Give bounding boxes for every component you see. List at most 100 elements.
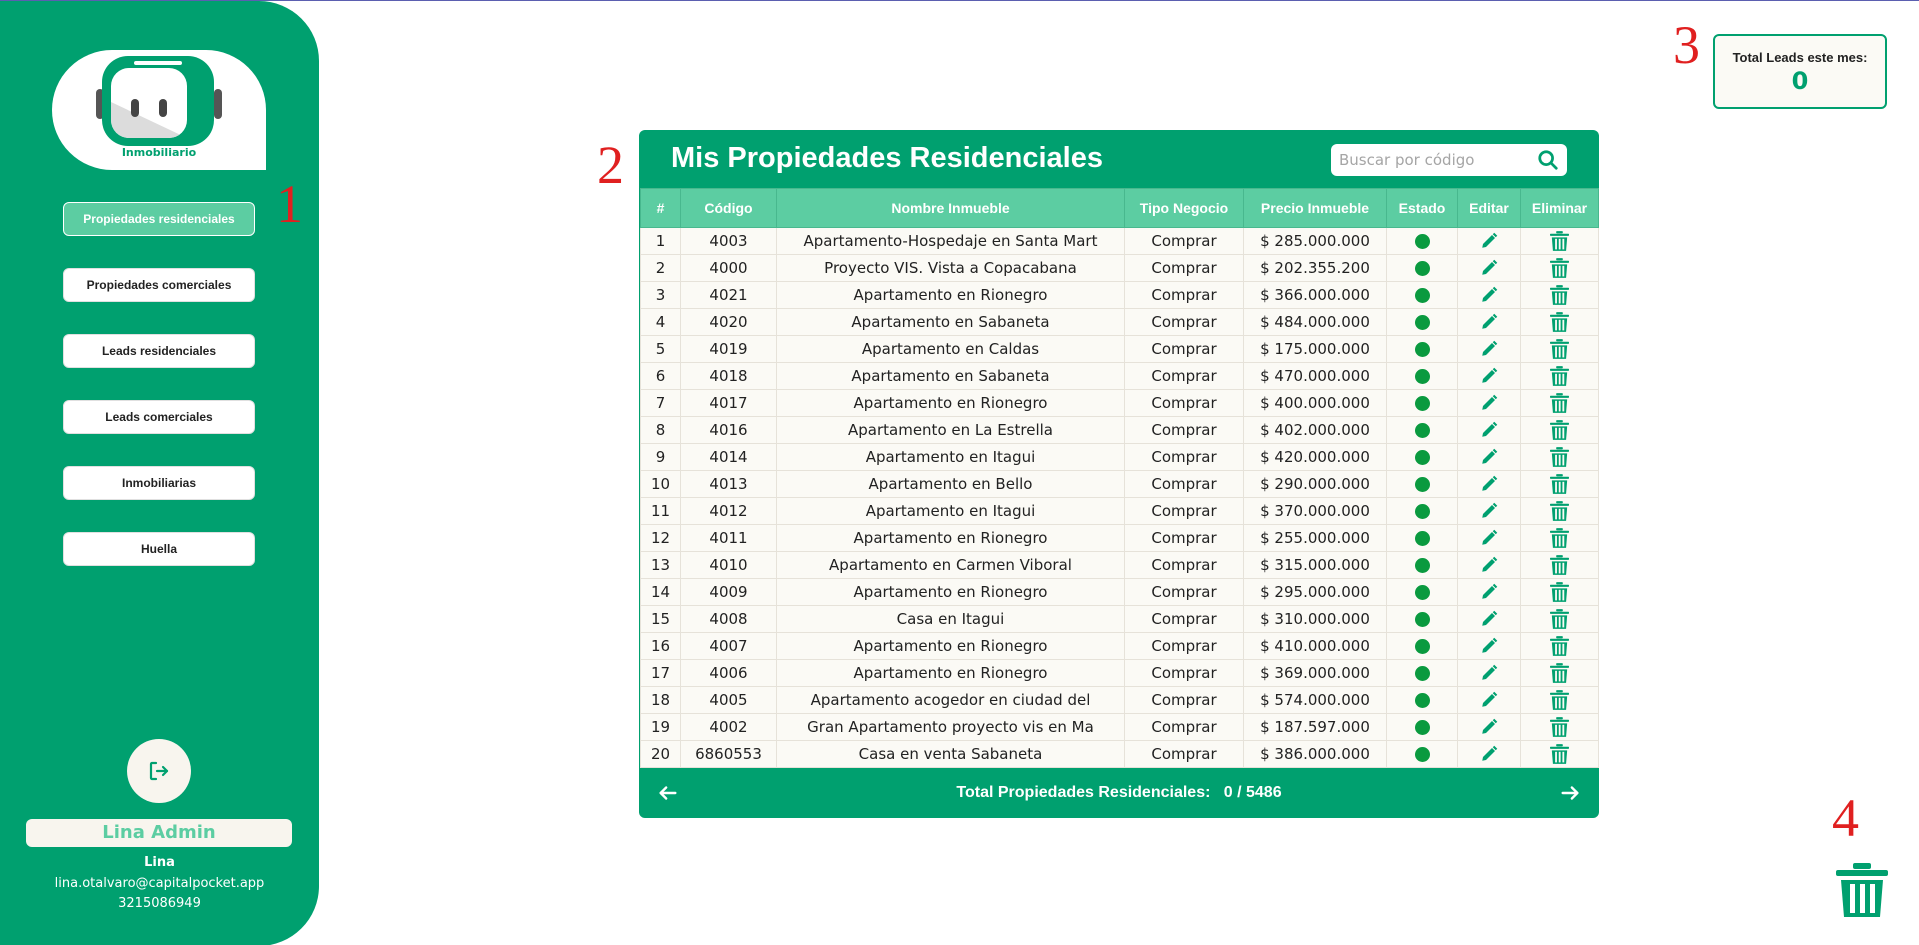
pencil-icon [1482,584,1498,599]
delete-button[interactable] [1520,362,1599,390]
cell-number: 2 [640,254,681,282]
cell-code: 4011 [680,524,777,552]
nav-propiedades-residenciales[interactable]: Propiedades residenciales [63,202,255,236]
edit-button[interactable] [1457,227,1521,255]
cell-name: Apartamento acogedor en ciudad del [776,686,1125,714]
user-email: lina.otalvaro@capitalpocket.app [54,876,265,891]
status-dot [1414,477,1430,492]
table-row: 3 4021 Apartamento en Rionegro Comprar $ 366… [640,281,1599,309]
nav-leads-comerciales[interactable]: Leads comerciales [63,400,255,434]
trash-bin-button[interactable] [1836,863,1888,921]
delete-button[interactable] [1520,497,1599,525]
cell-status [1386,389,1458,417]
cell-status [1386,335,1458,363]
app-logo: Inmobiliario [52,50,266,170]
edit-button[interactable] [1457,254,1521,282]
delete-button[interactable] [1520,740,1599,768]
edit-button[interactable] [1457,740,1521,768]
col-tipo: Tipo Negocio [1124,188,1244,228]
sidebar: Inmobiliario Propiedades residenciales P… [0,1,319,945]
cell-code: 4012 [680,497,777,525]
edit-button[interactable] [1457,362,1521,390]
logout-button[interactable] [127,739,191,803]
status-dot [1414,450,1430,465]
edit-button[interactable] [1457,470,1521,498]
edit-button[interactable] [1457,308,1521,336]
pencil-icon [1482,449,1498,464]
pencil-icon [1482,746,1498,761]
status-dot [1414,666,1430,681]
status-dot [1414,612,1430,627]
delete-button[interactable] [1520,551,1599,579]
table-row: 9 4014 Apartamento en Itagui Comprar $ 420.0… [640,443,1599,471]
cell-price: $ 366.000.000 [1243,281,1387,309]
cell-number: 9 [640,443,681,471]
edit-button[interactable] [1457,281,1521,309]
edit-button[interactable] [1457,551,1521,579]
edit-button[interactable] [1457,335,1521,363]
cell-code: 4016 [680,416,777,444]
edit-button[interactable] [1457,389,1521,417]
table-row: 16 4007 Apartamento en Rionegro Comprar $ 41… [640,632,1599,660]
delete-button[interactable] [1520,308,1599,336]
edit-button[interactable] [1457,659,1521,687]
cell-type: Comprar [1124,578,1244,606]
trash-icon [1550,582,1569,602]
pencil-icon [1482,611,1498,626]
search-input[interactable] [1339,148,1529,172]
delete-button[interactable] [1520,416,1599,444]
delete-button[interactable] [1520,605,1599,633]
cell-price: $ 369.000.000 [1243,659,1387,687]
cell-name: Apartamento en Rionegro [776,389,1125,417]
delete-button[interactable] [1520,578,1599,606]
edit-button[interactable] [1457,686,1521,714]
trash-icon [1550,555,1569,575]
cell-code: 4018 [680,362,777,390]
delete-button[interactable] [1520,227,1599,255]
delete-button[interactable] [1520,335,1599,363]
table-row: 18 4005 Apartamento acogedor en ciudad del… [640,686,1599,714]
status-dot [1414,585,1430,600]
edit-button[interactable] [1457,605,1521,633]
cell-status [1386,524,1458,552]
delete-button[interactable] [1520,686,1599,714]
trash-icon [1550,393,1569,413]
edit-button[interactable] [1457,497,1521,525]
edit-button[interactable] [1457,713,1521,741]
cell-number: 15 [640,605,681,633]
delete-button[interactable] [1520,632,1599,660]
delete-button[interactable] [1520,254,1599,282]
col-estado: Estado [1386,188,1458,228]
nav-leads-residenciales[interactable]: Leads residenciales [63,334,255,368]
delete-button[interactable] [1520,659,1599,687]
cell-number: 10 [640,470,681,498]
delete-button[interactable] [1520,281,1599,309]
nav-inmobiliarias[interactable]: Inmobiliarias [63,466,255,500]
page-title: Mis Propiedades Residenciales [671,142,1103,174]
cell-type: Comprar [1124,254,1244,282]
cell-status [1386,713,1458,741]
delete-button[interactable] [1520,713,1599,741]
pencil-icon [1482,233,1498,248]
delete-button[interactable] [1520,443,1599,471]
cell-number: 5 [640,335,681,363]
cell-code: 4000 [680,254,777,282]
delete-button[interactable] [1520,524,1599,552]
table-row: 1 4003 Apartamento-Hospedaje en Santa Mart… [640,227,1599,255]
edit-button[interactable] [1457,416,1521,444]
edit-button[interactable] [1457,443,1521,471]
nav-huella[interactable]: Huella [63,532,255,566]
search-button[interactable] [1537,149,1559,175]
next-page-button[interactable] [1559,782,1581,808]
edit-button[interactable] [1457,578,1521,606]
delete-button[interactable] [1520,389,1599,417]
nav-propiedades-comerciales[interactable]: Propiedades comerciales [63,268,255,302]
edit-button[interactable] [1457,632,1521,660]
cell-price: $ 295.000.000 [1243,578,1387,606]
edit-button[interactable] [1457,524,1521,552]
trash-icon [1550,690,1569,710]
trash-icon [1550,420,1569,440]
cell-code: 4007 [680,632,777,660]
table-row: 6 4018 Apartamento en Sabaneta Comprar $ 470… [640,362,1599,390]
delete-button[interactable] [1520,470,1599,498]
